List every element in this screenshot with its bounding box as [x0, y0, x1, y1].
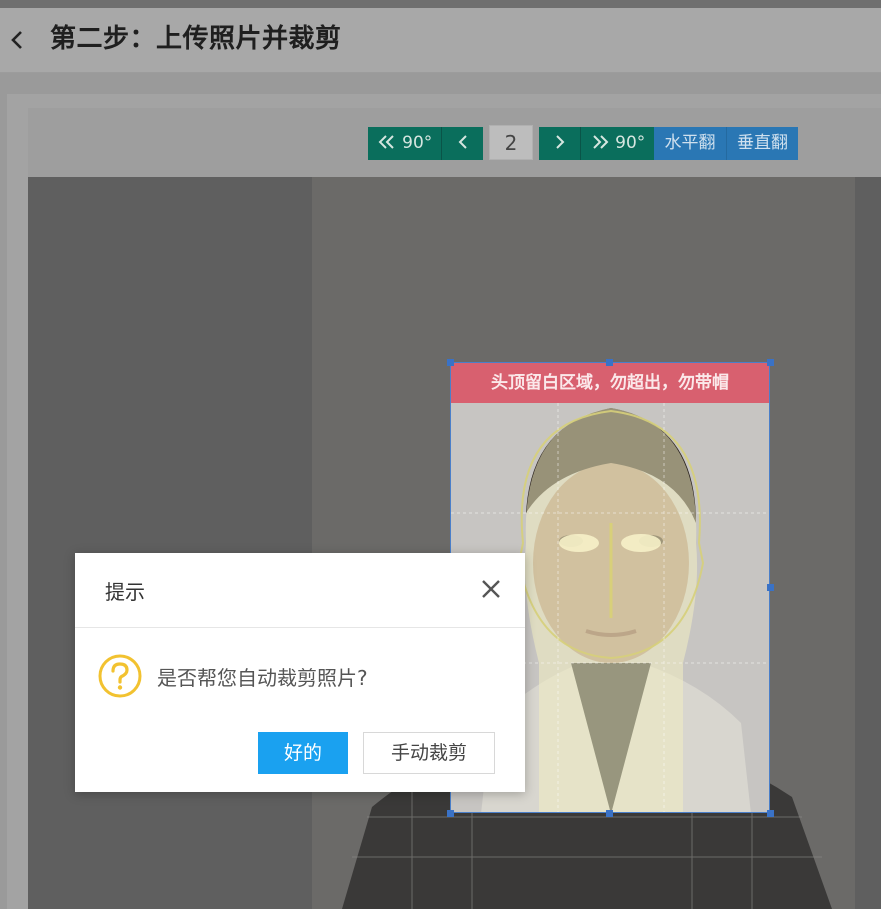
double-chevron-right-icon — [593, 135, 609, 149]
crop-handle-top[interactable] — [606, 359, 613, 366]
rotate-right-label: 90° — [615, 133, 646, 153]
crop-handle-right[interactable] — [767, 584, 774, 591]
chevron-left-icon — [11, 31, 22, 49]
crop-handle-top-left[interactable] — [447, 359, 454, 366]
manual-crop-button[interactable]: 手动裁剪 — [363, 732, 495, 774]
page-title: 第二步：上传照片并裁剪 — [50, 24, 342, 54]
crop-handle-bottom[interactable] — [606, 810, 613, 817]
question-icon — [98, 654, 142, 698]
dialog-message: 是否帮您自动裁剪照片? — [157, 666, 368, 690]
crop-banner: 头顶留白区域，勿超出，勿带帽 — [451, 363, 769, 403]
rotate-right-button[interactable]: 90° — [580, 127, 654, 160]
prev-button[interactable] — [441, 127, 483, 160]
rotate-left-button[interactable]: 90° — [368, 127, 441, 160]
flip-horizontal-button[interactable]: 水平翻 — [654, 127, 726, 160]
double-chevron-left-icon — [378, 135, 394, 149]
top-strip — [0, 0, 881, 8]
back-button[interactable] — [6, 24, 30, 56]
dialog-divider — [75, 627, 525, 628]
flip-vertical-button[interactable]: 垂直翻 — [726, 127, 798, 160]
rotate-left-label: 90° — [402, 133, 433, 153]
crop-handle-top-right[interactable] — [767, 359, 774, 366]
next-button[interactable] — [539, 127, 580, 160]
chevron-right-icon — [555, 135, 564, 149]
dialog-close-button[interactable] — [477, 575, 505, 603]
page-number[interactable]: 2 — [489, 125, 533, 160]
crop-handle-bottom-left[interactable] — [447, 810, 454, 817]
confirm-dialog: 提示 是否帮您自动裁剪照片? 好的 手动裁剪 — [75, 553, 525, 792]
close-icon — [482, 580, 500, 598]
crop-handle-bottom-right[interactable] — [767, 810, 774, 817]
dialog-title: 提示 — [105, 580, 145, 604]
page-header: 第二步：上传照片并裁剪 — [0, 8, 881, 73]
chevron-left-icon — [458, 135, 467, 149]
ok-button[interactable]: 好的 — [258, 732, 348, 774]
